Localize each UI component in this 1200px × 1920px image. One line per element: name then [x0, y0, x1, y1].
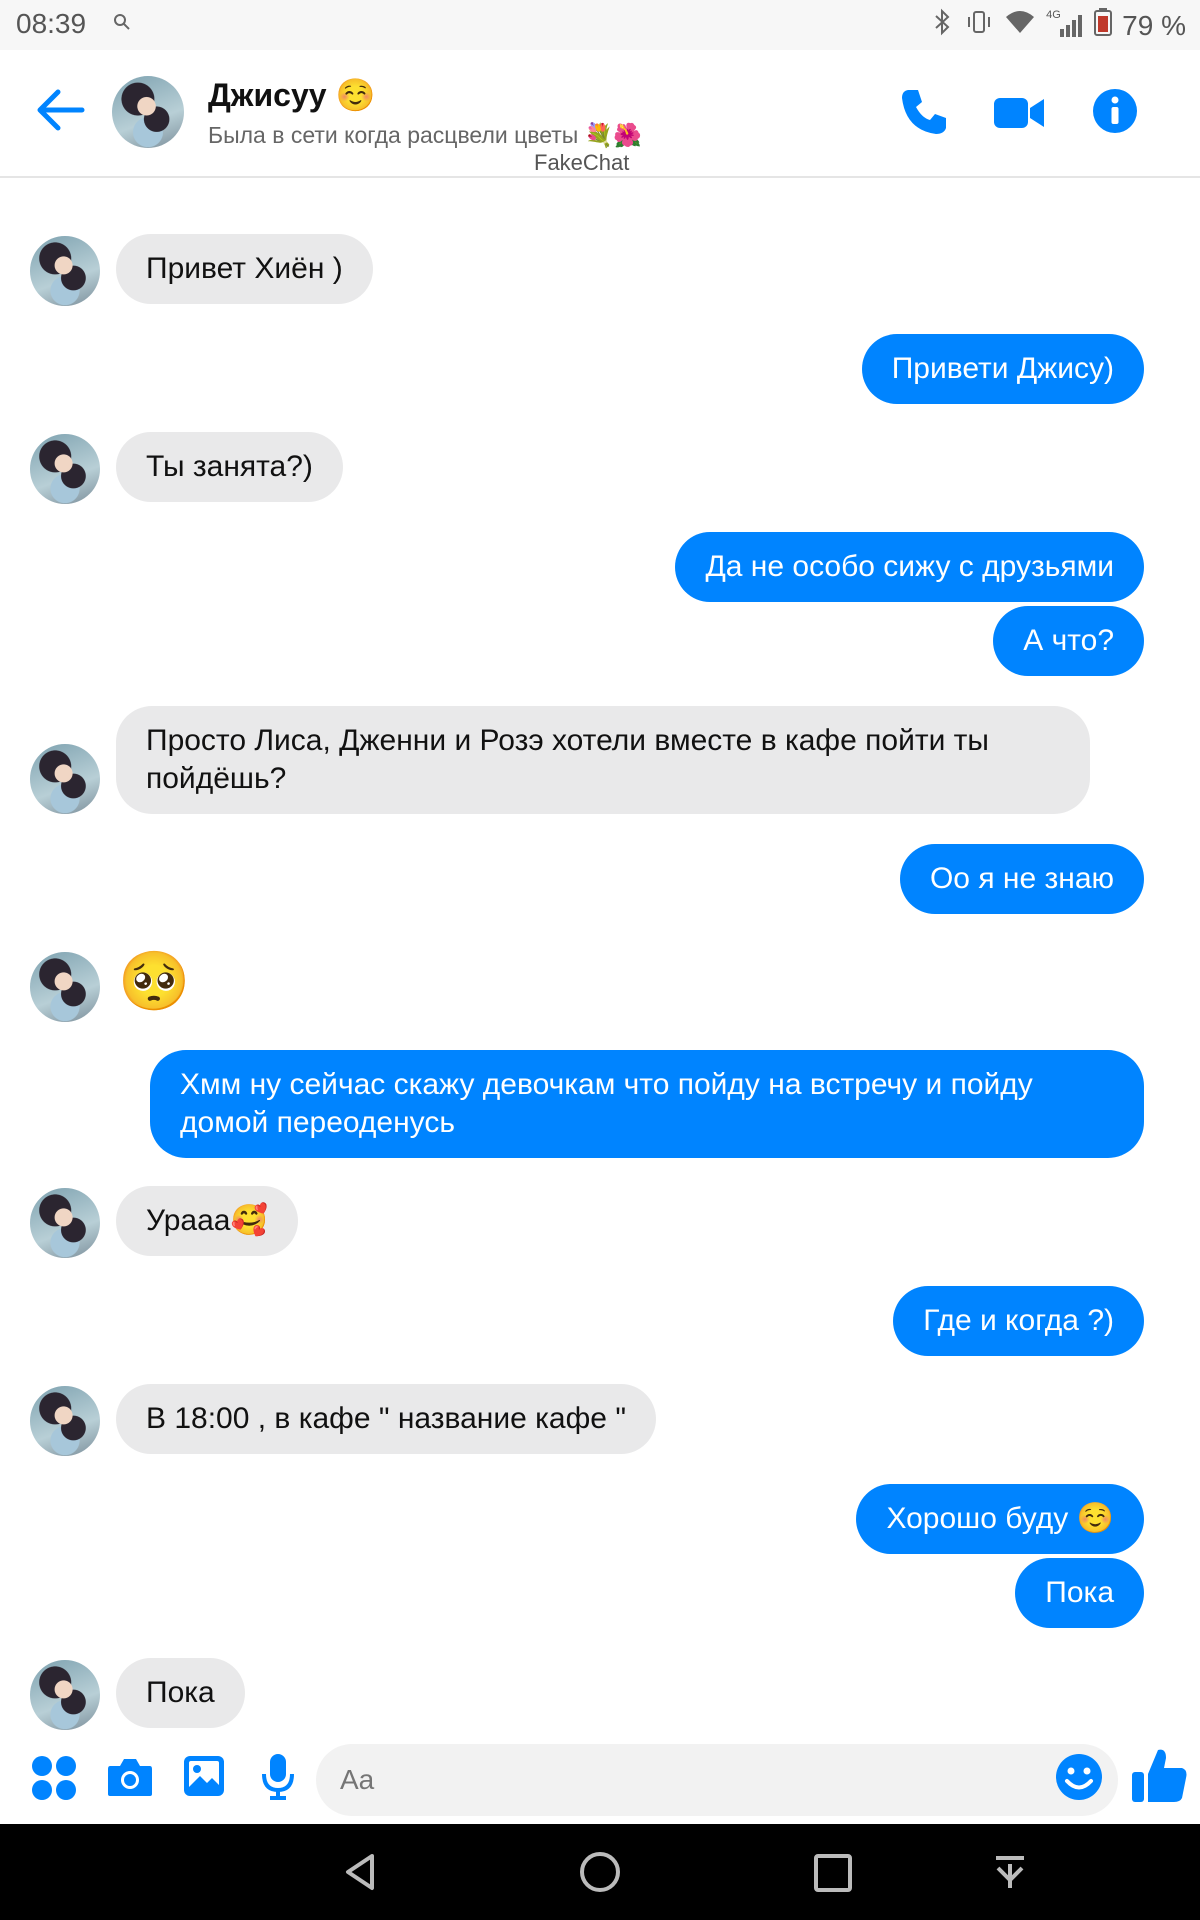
outgoing-message[interactable]: Пока [1015, 1558, 1144, 1628]
vibrate-icon [964, 9, 994, 42]
thumbs-up-icon[interactable] [1130, 1746, 1190, 1811]
recents-square-icon[interactable] [812, 1850, 854, 1899]
contact-status: Была в сети когда расцвели цветы 💐🌺 [208, 122, 643, 148]
outgoing-message[interactable]: Хорошо буду ☺️ [856, 1484, 1144, 1554]
image-icon[interactable] [182, 1754, 226, 1803]
camera-icon[interactable] [106, 1756, 154, 1803]
info-icon[interactable] [1092, 88, 1138, 139]
message-avatar [30, 1188, 100, 1258]
message-avatar [30, 434, 100, 504]
outgoing-message[interactable]: Привети Джису) [861, 334, 1144, 404]
bluetooth-icon [932, 8, 954, 43]
wifi-icon [1004, 9, 1036, 42]
incoming-message[interactable]: Просто Лиса, Дженни и Розэ хотели вместе… [116, 706, 1090, 814]
status-time: 08:39 [16, 8, 87, 39]
incoming-message[interactable]: Пока [116, 1658, 245, 1728]
message-avatar [30, 952, 100, 1022]
incoming-message[interactable]: Урааа🥰 [116, 1186, 298, 1256]
watermark: FakeChat [534, 150, 630, 175]
emoji-icon[interactable] [1054, 1752, 1104, 1807]
contact-name[interactable]: Джисуу ☺️ [208, 76, 375, 114]
outgoing-message[interactable]: Оо я не знаю [899, 844, 1144, 914]
status-indicators: 4G 79 % [932, 8, 1186, 43]
system-nav-bar [0, 1824, 1200, 1920]
message-avatar [30, 1660, 100, 1730]
message-avatar [30, 1386, 100, 1456]
battery-level: 79 % [1122, 9, 1186, 41]
message-avatar [30, 236, 100, 306]
contact-avatar[interactable] [112, 76, 184, 148]
search-icon [112, 12, 132, 37]
incoming-message[interactable]: В 18:00 , в кафе " название кафе " [116, 1384, 656, 1454]
outgoing-message[interactable]: Где и когда ?) [893, 1286, 1144, 1356]
outgoing-message[interactable]: А что? [993, 606, 1144, 676]
message-avatar [30, 744, 100, 814]
outgoing-message[interactable]: Хмм ну сейчас скажу девочкам что пойду н… [150, 1050, 1144, 1158]
notifications-pull-icon[interactable] [990, 1850, 1030, 1899]
back-triangle-icon[interactable] [340, 1850, 380, 1899]
composer-bar [0, 1732, 1200, 1824]
outgoing-message[interactable]: Да не особо сижу с друзьями [675, 532, 1144, 602]
status-bar: 08:39 4G 79 % [0, 0, 1200, 50]
message-input[interactable] [316, 1744, 1118, 1816]
phone-icon[interactable] [898, 86, 950, 143]
emoji-message[interactable]: 🥺 [118, 948, 190, 1016]
cellular-signal-icon: 4G [1046, 9, 1084, 39]
microphone-icon[interactable] [260, 1752, 296, 1807]
chat-header: Джисуу ☺️ Была в сети когда расцвели цве… [0, 50, 1200, 178]
apps-icon[interactable] [30, 1754, 78, 1807]
home-circle-icon[interactable] [578, 1850, 622, 1899]
battery-icon [1094, 8, 1113, 43]
incoming-message[interactable]: Ты занята?) [116, 432, 343, 502]
video-camera-icon[interactable] [992, 94, 1046, 137]
incoming-message[interactable]: Привет Хиён ) [116, 234, 373, 304]
back-arrow-icon[interactable] [36, 88, 86, 137]
